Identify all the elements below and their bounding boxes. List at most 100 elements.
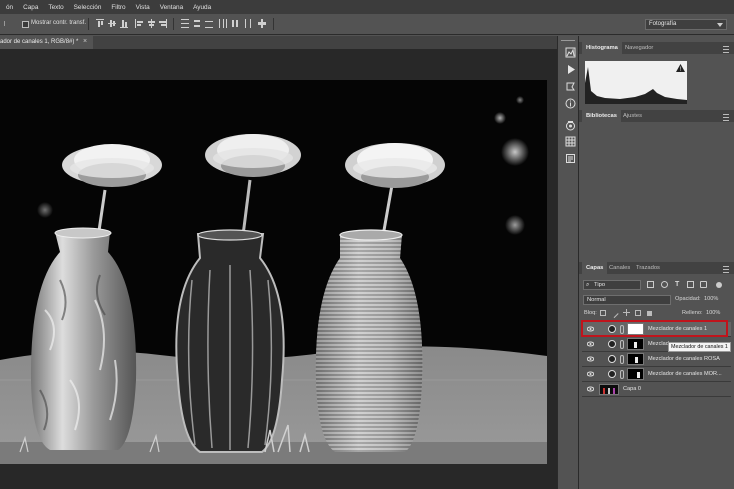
adjustment-layer-icon — [608, 355, 616, 363]
layer-name[interactable]: Mezclad — [648, 341, 669, 347]
workspace-value: Fotografía — [649, 21, 677, 27]
menu-imagen[interactable]: ón — [6, 4, 13, 11]
distribute-bottom-icon[interactable] — [205, 19, 213, 28]
histogram-panel-tabs: Histograma Navegador — [579, 42, 734, 54]
properties-icon[interactable] — [565, 153, 576, 164]
options-bar: Mostrar contr. transf. — [0, 14, 734, 35]
distribute-top-icon[interactable] — [181, 19, 189, 28]
layer-mask-thumbnail[interactable] — [627, 353, 644, 365]
workspace-dropdown[interactable]: Fotografía — [645, 19, 727, 30]
distribute-left-icon[interactable] — [219, 19, 227, 28]
vases-photo — [0, 80, 547, 464]
adjust-tool-icon[interactable] — [565, 81, 576, 92]
collapse-strip-handle[interactable] — [561, 40, 575, 44]
opacity-value[interactable]: 100% — [704, 296, 718, 302]
layers-panel-tabs: Capas Canales Trazados — [579, 262, 734, 274]
layer-mask-thumbnail[interactable] — [627, 368, 644, 380]
layer-row[interactable]: Mezclador de canales MOR... — [582, 367, 731, 382]
layer-name[interactable]: Capa 0 — [623, 386, 641, 392]
adjustment-layer-icon — [608, 340, 616, 348]
libraries-icon[interactable] — [565, 120, 576, 131]
lock-transparent-icon[interactable] — [600, 310, 606, 316]
layer-thumbnail[interactable] — [599, 384, 619, 395]
distribute-vcenter-icon[interactable] — [193, 19, 201, 28]
distribute-hcenter-icon[interactable] — [231, 19, 239, 28]
eye-icon[interactable] — [587, 341, 594, 347]
layer-mask-thumbnail[interactable] — [627, 338, 644, 350]
warning-icon[interactable]: ! — [676, 64, 685, 72]
menu-ventana[interactable]: Ventana — [160, 4, 183, 11]
lock-image-icon[interactable] — [609, 308, 619, 319]
layer-row[interactable]: Capa 0 — [582, 382, 731, 397]
grid-adjustments-icon[interactable] — [565, 136, 576, 147]
align-top-icon[interactable] — [96, 19, 104, 28]
lock-all-icon[interactable] — [647, 311, 652, 316]
menu-ayuda[interactable]: Ayuda — [193, 4, 211, 11]
filter-shape-icon[interactable] — [687, 281, 694, 288]
link-icon[interactable] — [620, 370, 624, 379]
tab-channels[interactable]: Canales — [605, 262, 634, 274]
selected-layer-highlight — [581, 320, 728, 337]
filter-pixel-icon[interactable] — [647, 281, 654, 288]
link-icon[interactable] — [620, 340, 624, 349]
menu-capa[interactable]: Capa — [23, 4, 38, 11]
search-icon: ⌕ — [586, 282, 590, 288]
align-hcenter-icon[interactable] — [147, 19, 155, 28]
document-tab[interactable]: ador de canales 1, RGB/8#) * × — [0, 36, 93, 49]
tab-navigator[interactable]: Navegador — [621, 42, 657, 54]
divider — [88, 18, 89, 30]
eye-icon[interactable] — [587, 356, 594, 362]
document-tab-title: ador de canales 1, RGB/8#) * — [0, 39, 79, 45]
panel-dock: Histograma Navegador ! Bibliotecas Ajust… — [579, 36, 734, 489]
close-icon[interactable]: × — [83, 38, 87, 45]
tab-histogram[interactable]: Histograma — [582, 42, 622, 54]
link-icon[interactable] — [620, 355, 624, 364]
layer-row[interactable]: Mezclador de canales ROSA — [582, 352, 731, 367]
menu-seleccion[interactable]: Selección — [74, 4, 102, 11]
menu-texto[interactable]: Texto — [48, 4, 63, 11]
tab-libraries[interactable]: Bibliotecas — [582, 110, 621, 122]
lock-label: Bloq: — [584, 310, 597, 316]
lock-position-icon[interactable] — [623, 309, 630, 316]
show-transform-label: Mostrar contr. transf. — [31, 20, 87, 26]
lock-artboard-icon[interactable] — [635, 310, 641, 316]
show-transform-checkbox[interactable] — [22, 21, 29, 28]
tab-paths[interactable]: Trazados — [632, 262, 664, 274]
blend-mode-dropdown[interactable]: Normal — [583, 295, 671, 305]
filter-type-icon[interactable]: T — [675, 281, 679, 288]
layer-filter-dropdown[interactable]: ⌕ Tipo — [583, 280, 641, 290]
layer-name[interactable]: Mezclador de canales MOR... — [648, 371, 722, 377]
filter-smart-object-icon[interactable] — [700, 281, 707, 288]
distribute-right-icon[interactable] — [243, 19, 251, 28]
play-action-icon[interactable] — [565, 64, 576, 75]
opacity-label: Opacidad: — [675, 296, 701, 302]
filter-toggle-icon[interactable] — [716, 282, 722, 288]
menu-vista[interactable]: Vista — [136, 4, 150, 11]
fill-label: Relleno: — [682, 310, 703, 316]
fill-value[interactable]: 100% — [706, 310, 720, 316]
layer-filter-value: Tipo — [594, 282, 606, 288]
tab-layers[interactable]: Capas — [582, 262, 608, 274]
eye-icon[interactable] — [587, 386, 594, 392]
document-image[interactable] — [0, 80, 547, 464]
filter-adjustment-icon[interactable] — [661, 281, 668, 288]
chevron-down-icon — [717, 23, 723, 27]
histogram-icon[interactable] — [565, 47, 576, 58]
menu-filtro[interactable]: Filtro — [111, 4, 125, 11]
align-left-icon[interactable] — [135, 19, 143, 28]
align-vcenter-icon[interactable] — [108, 19, 116, 28]
tab-adjustments[interactable]: Ajustes — [619, 110, 646, 122]
histogram-graph — [585, 61, 687, 104]
info-icon[interactable] — [565, 98, 576, 109]
auto-select-dropdown[interactable] — [4, 21, 15, 26]
eye-icon[interactable] — [587, 371, 594, 377]
align-bottom-icon[interactable] — [120, 19, 128, 28]
auto-align-icon[interactable] — [258, 19, 266, 28]
panel-menu-icon[interactable] — [723, 266, 729, 273]
layer-name[interactable]: Mezclador de canales ROSA — [648, 356, 720, 362]
divider — [173, 18, 174, 30]
align-right-icon[interactable] — [159, 19, 167, 28]
panel-menu-icon[interactable] — [723, 46, 729, 53]
menu-bar: ón Capa Texto Selección Filtro Vista Ven… — [0, 0, 734, 14]
panel-menu-icon[interactable] — [723, 114, 729, 121]
